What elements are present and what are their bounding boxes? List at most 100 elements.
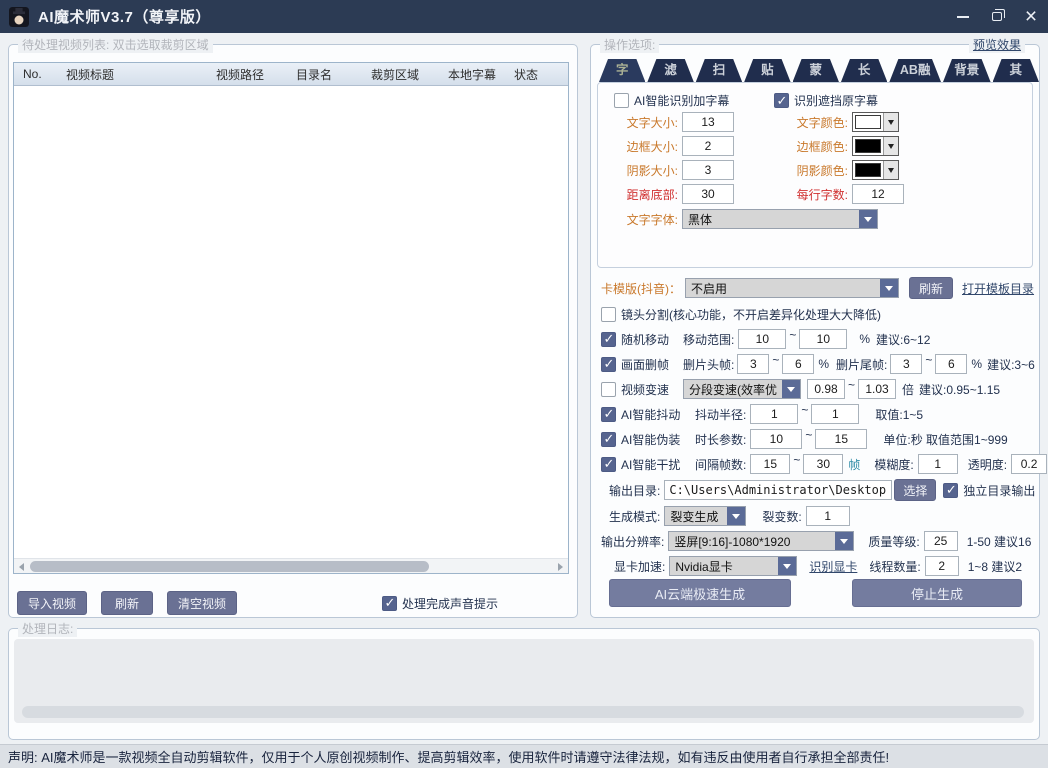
column-dir[interactable]: 目录名 [287, 66, 362, 83]
ai-shake-checkbox[interactable] [601, 407, 616, 422]
scroll-left-icon[interactable] [14, 559, 29, 574]
head-delete-label: 删片头帧: [683, 356, 734, 373]
head-delete-max-input[interactable]: 6 [782, 354, 814, 374]
template-dropdown-icon[interactable] [880, 279, 898, 297]
tab-long-image[interactable]: 长图 [841, 59, 887, 82]
font-color-dropdown-icon[interactable] [883, 113, 898, 131]
move-range-label: 移动范围: [683, 331, 734, 348]
duration-max-input[interactable]: 15 [815, 429, 867, 449]
random-move-checkbox[interactable] [601, 332, 616, 347]
refresh-list-button[interactable]: 刷新 [101, 591, 153, 615]
shadow-size-input[interactable]: 3 [682, 160, 734, 180]
template-select[interactable]: 不启用 [685, 278, 899, 298]
tail-delete-min-input[interactable]: 3 [890, 354, 922, 374]
restore-button[interactable] [980, 0, 1014, 33]
gen-mode-select[interactable]: 裂变生成 [664, 506, 746, 526]
font-color-combo[interactable] [852, 112, 899, 132]
head-delete-min-input[interactable]: 3 [737, 354, 769, 374]
open-template-dir-link[interactable]: 打开模板目录 [962, 280, 1034, 297]
video-table[interactable]: No. 视频标题 视频路径 目录名 裁剪区域 本地字幕 状态 [13, 62, 569, 574]
tab-mask[interactable]: 蒙版 [793, 59, 839, 82]
scroll-right-icon[interactable] [553, 559, 568, 574]
gpu-select[interactable]: Nvidia显卡 [669, 556, 797, 576]
duration-min-input[interactable]: 10 [750, 429, 802, 449]
opacity-input[interactable]: 0.2 [1011, 454, 1047, 474]
clear-video-button[interactable]: 清空视频 [167, 591, 237, 615]
tab-filter[interactable]: 滤镜 [647, 59, 693, 82]
tail-delete-label: 删片尾帧: [836, 356, 887, 373]
tab-sticker[interactable]: 贴图 [744, 59, 790, 82]
tab-subtitle[interactable]: 字幕 [599, 59, 645, 82]
column-subtitle[interactable]: 本地字幕 [439, 66, 505, 83]
ai-interfere-checkbox[interactable] [601, 457, 616, 472]
tilde-separator: ~ [786, 328, 799, 342]
column-path[interactable]: 视频路径 [207, 66, 287, 83]
tab-other[interactable]: 其他 [993, 59, 1039, 82]
column-status[interactable]: 状态 [505, 66, 565, 83]
template-value: 不启用 [686, 279, 880, 297]
shadow-color-combo[interactable] [852, 160, 899, 180]
gpu-dropdown-icon[interactable] [778, 557, 796, 575]
table-horizontal-scrollbar[interactable] [14, 558, 568, 573]
tab-background[interactable]: 背景音 [943, 59, 991, 82]
close-button[interactable]: × [1014, 0, 1048, 33]
border-color-dropdown-icon[interactable] [883, 137, 898, 155]
speed-min-input[interactable]: 0.98 [807, 379, 845, 399]
stop-generate-button[interactable]: 停止生成 [852, 579, 1022, 607]
column-crop[interactable]: 裁剪区域 [362, 66, 439, 83]
cloud-generate-button[interactable]: AI云端极速生成 [609, 579, 791, 607]
font-family-select[interactable]: 黑体 [682, 209, 878, 229]
blur-input[interactable]: 1 [918, 454, 958, 474]
font-family-dropdown-icon[interactable] [859, 210, 877, 228]
shadow-color-dropdown-icon[interactable] [883, 161, 898, 179]
tab-ab-blend[interactable]: AB融帧 [889, 59, 941, 82]
fission-count-input[interactable]: 1 [806, 506, 850, 526]
random-move-label: 随机移动 [621, 331, 683, 348]
border-color-combo[interactable] [852, 136, 899, 156]
speed-mode-dropdown-icon[interactable] [782, 380, 800, 398]
thread-count-input[interactable]: 2 [925, 556, 959, 576]
interval-unit: 帧 [848, 456, 860, 473]
column-no[interactable]: No. [14, 67, 57, 81]
chars-per-line-input[interactable]: 12 [852, 184, 904, 204]
detect-gpu-link[interactable]: 识别显卡 [809, 558, 857, 575]
log-scrollbar[interactable] [22, 706, 1024, 718]
speed-mode-select[interactable]: 分段变速(效率优 [683, 379, 801, 399]
output-dir-input[interactable]: C:\Users\Administrator\Desktop [664, 480, 892, 500]
import-video-button[interactable]: 导入视频 [17, 591, 87, 615]
resolution-dropdown-icon[interactable] [835, 532, 853, 550]
shot-split-checkbox[interactable] [601, 307, 616, 322]
speed-change-checkbox[interactable] [601, 382, 616, 397]
log-textarea[interactable] [14, 639, 1034, 723]
choose-dir-button[interactable]: 选择 [894, 479, 936, 501]
minimize-button[interactable] [946, 0, 980, 33]
cover-original-subtitle-checkbox[interactable] [774, 93, 789, 108]
interval-min-input[interactable]: 15 [750, 454, 790, 474]
tail-delete-max-input[interactable]: 6 [935, 354, 967, 374]
move-range-min-input[interactable]: 10 [738, 329, 786, 349]
sound-tip-checkbox[interactable] [382, 596, 397, 611]
column-title[interactable]: 视频标题 [57, 66, 207, 83]
interval-max-input[interactable]: 30 [803, 454, 843, 474]
independent-output-checkbox[interactable] [943, 483, 958, 498]
ai-disguise-checkbox[interactable] [601, 432, 616, 447]
resolution-select[interactable]: 竖屏[9:16]-1080*1920 [668, 531, 854, 551]
move-range-max-input[interactable]: 10 [799, 329, 847, 349]
tab-sweep-light[interactable]: 扫光 [696, 59, 742, 82]
preview-effect-link[interactable]: 预览效果 [969, 36, 1025, 53]
shake-radius-min-input[interactable]: 1 [750, 404, 798, 424]
speed-max-input[interactable]: 1.03 [858, 379, 896, 399]
gen-mode-dropdown-icon[interactable] [727, 507, 745, 525]
tilde-separator: ~ [845, 378, 858, 392]
quality-input[interactable]: 25 [924, 531, 958, 551]
scrollbar-thumb[interactable] [30, 561, 429, 572]
border-size-input[interactable]: 2 [682, 136, 734, 156]
bottom-margin-input[interactable]: 30 [682, 184, 734, 204]
video-table-body[interactable] [14, 86, 568, 558]
font-size-input[interactable]: 13 [682, 112, 734, 132]
template-refresh-button[interactable]: 刷新 [909, 277, 953, 299]
shake-radius-max-input[interactable]: 1 [811, 404, 859, 424]
ai-add-subtitle-checkbox[interactable] [614, 93, 629, 108]
gen-mode-value: 裂变生成 [665, 507, 727, 525]
frame-delete-checkbox[interactable] [601, 357, 616, 372]
